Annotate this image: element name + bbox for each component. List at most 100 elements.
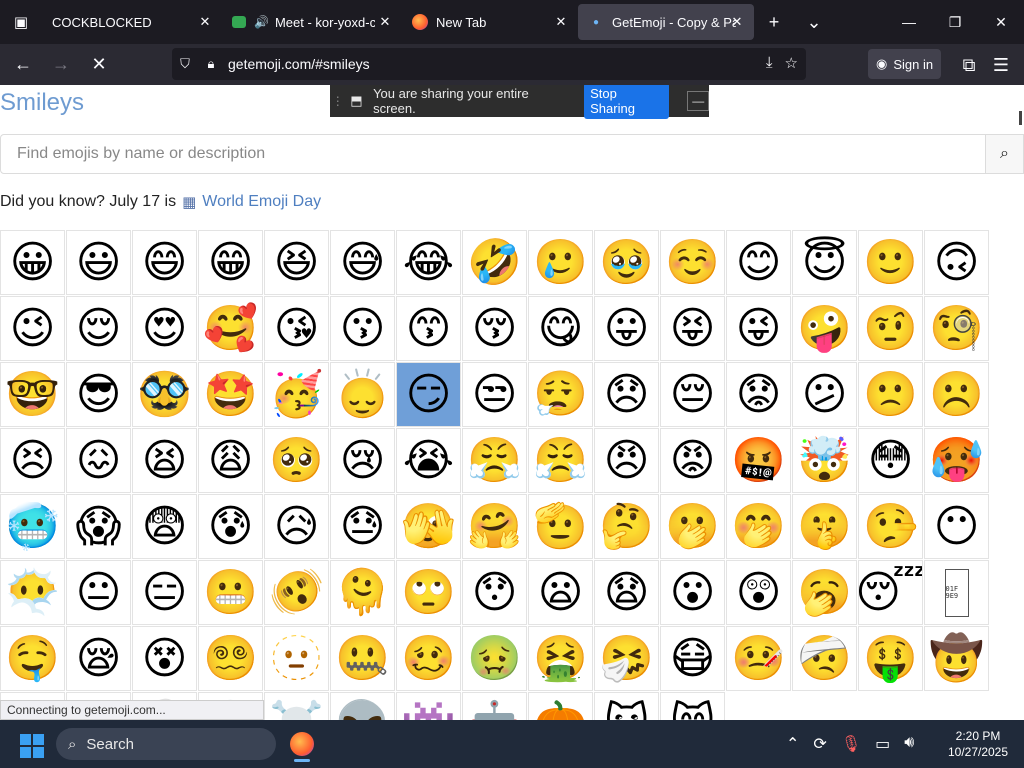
search-icon[interactable]: ⌕ bbox=[986, 134, 1024, 174]
tab-meet[interactable]: 🔊 Meet - kor-yoxd-cc ✕ bbox=[222, 4, 402, 40]
close-icon[interactable]: ✕ bbox=[376, 13, 394, 31]
url-bar[interactable]: ⛉ 🔒︎ getemoji.com/#smileys ⤓ ☆ bbox=[172, 48, 806, 80]
emoji-cell[interactable]: 😊 bbox=[726, 230, 791, 295]
download-icon[interactable]: ⤓ bbox=[766, 54, 773, 72]
emoji-cell[interactable]: 🥲 bbox=[528, 230, 593, 295]
emoji-cell[interactable]: 😫 bbox=[132, 428, 197, 493]
chevron-up-icon[interactable]: ⌃ bbox=[786, 734, 799, 754]
firefox-taskbar-icon[interactable] bbox=[284, 726, 320, 762]
emoji-cell[interactable]: 🤬 bbox=[726, 428, 791, 493]
forward-button[interactable]: → bbox=[42, 46, 80, 84]
close-icon[interactable]: ✕ bbox=[728, 13, 746, 31]
new-tab-button[interactable]: + bbox=[754, 0, 794, 44]
emoji-cell[interactable]: 😥 bbox=[264, 494, 329, 559]
emoji-cell[interactable]: 🤪 bbox=[792, 296, 857, 361]
back-button[interactable]: ← bbox=[4, 46, 42, 84]
emoji-cell[interactable]: 😚 bbox=[462, 296, 527, 361]
emoji-cell[interactable]: 🥳 bbox=[264, 362, 329, 427]
emoji-cell[interactable]: 😆 bbox=[264, 230, 329, 295]
emoji-cell[interactable]: 😁 bbox=[198, 230, 263, 295]
lock-icon[interactable]: 🔒︎ bbox=[198, 56, 224, 72]
tab-new-tab[interactable]: New Tab ✕ bbox=[402, 4, 578, 40]
emoji-cell[interactable]: 😦 bbox=[528, 560, 593, 625]
minimize-share-bar-button[interactable]: — bbox=[687, 91, 709, 111]
emoji-cell[interactable]: 😭 bbox=[396, 428, 461, 493]
emoji-cell[interactable]: 🤣 bbox=[462, 230, 527, 295]
emoji-cell[interactable]: 🥸 bbox=[132, 362, 197, 427]
emoji-cell[interactable]: 😛 bbox=[594, 296, 659, 361]
emoji-cell[interactable]: ☠️ bbox=[264, 692, 329, 720]
emoji-cell[interactable]: 😷 bbox=[660, 626, 725, 691]
emoji-cell[interactable]: 😣 bbox=[0, 428, 65, 493]
emoji-cell[interactable]: ☺️ bbox=[660, 230, 725, 295]
emoji-cell[interactable]: 🤗 bbox=[462, 494, 527, 559]
emoji-cell[interactable]: 😰 bbox=[198, 494, 263, 559]
emoji-cell[interactable]: 😪 bbox=[66, 626, 131, 691]
bookmark-star-icon[interactable]: ☆ bbox=[785, 54, 798, 72]
emoji-cell[interactable]: 😐 bbox=[66, 560, 131, 625]
emoji-cell[interactable]: 😔 bbox=[660, 362, 725, 427]
emoji-cell[interactable]: 🤮 bbox=[528, 626, 593, 691]
emoji-cell[interactable]: 🥹 bbox=[594, 230, 659, 295]
emoji-cell[interactable]: 🎃 bbox=[528, 692, 593, 720]
emoji-cell[interactable]: 🤨 bbox=[858, 296, 923, 361]
hamburger-menu-icon[interactable]: ☰ bbox=[982, 46, 1020, 84]
emoji-cell[interactable]: 😅 bbox=[330, 230, 395, 295]
emoji-cell[interactable]: 😵 bbox=[132, 626, 197, 691]
emoji-cell[interactable]: 😱 bbox=[66, 494, 131, 559]
close-icon[interactable]: ✕ bbox=[552, 13, 570, 31]
stop-button[interactable]: ✕ bbox=[80, 46, 118, 84]
scrollbar-thumb[interactable] bbox=[1019, 111, 1022, 125]
emoji-cell[interactable]: 🫡 bbox=[528, 494, 593, 559]
emoji-cell[interactable]: 😢 bbox=[330, 428, 395, 493]
emoji-cell[interactable]: 😇 bbox=[792, 230, 857, 295]
emoji-cell[interactable]: 😓 bbox=[330, 494, 395, 559]
emoji-cell[interactable]: 01F 9E9 bbox=[924, 560, 989, 625]
emoji-cell[interactable]: 😍 bbox=[132, 296, 197, 361]
emoji-cell[interactable]: 🤠 bbox=[924, 626, 989, 691]
emoji-cell[interactable]: 🥺 bbox=[264, 428, 329, 493]
emoji-cell[interactable]: 🤤 bbox=[0, 626, 65, 691]
emoji-cell[interactable]: 🥶 bbox=[0, 494, 65, 559]
emoji-cell[interactable]: 😴 bbox=[858, 560, 923, 625]
windows-start-icon[interactable] bbox=[20, 734, 44, 758]
emoji-cell[interactable]: 👽 bbox=[330, 692, 395, 720]
emoji-cell[interactable]: 🤯 bbox=[792, 428, 857, 493]
emoji-cell[interactable]: 😀 bbox=[0, 230, 65, 295]
emoji-cell[interactable]: 🤩 bbox=[198, 362, 263, 427]
emoji-cell[interactable]: 😃 bbox=[66, 230, 131, 295]
emoji-cell[interactable]: 😵‍💫 bbox=[198, 626, 263, 691]
emoji-cell[interactable]: 🤭 bbox=[726, 494, 791, 559]
emoji-cell[interactable]: 🙄 bbox=[396, 560, 461, 625]
emoji-cell[interactable]: 😂 bbox=[396, 230, 461, 295]
sign-in-button[interactable]: ◉ Sign in bbox=[868, 49, 942, 79]
emoji-cell[interactable]: 😺 bbox=[594, 692, 659, 720]
emoji-cell[interactable]: 🫠 bbox=[330, 560, 395, 625]
emoji-cell[interactable]: 😌 bbox=[66, 296, 131, 361]
emoji-cell[interactable]: 😡 bbox=[660, 428, 725, 493]
emoji-cell[interactable]: 🫥 bbox=[264, 626, 329, 691]
emoji-cell[interactable]: 🤥 bbox=[858, 494, 923, 559]
emoji-cell[interactable]: 😉 bbox=[0, 296, 65, 361]
emoji-cell[interactable]: 🤐 bbox=[330, 626, 395, 691]
emoji-cell[interactable]: 😞 bbox=[594, 362, 659, 427]
emoji-cell[interactable]: 🤓 bbox=[0, 362, 65, 427]
emoji-cell[interactable]: 😯 bbox=[462, 560, 527, 625]
emoji-cell[interactable]: 🧐 bbox=[924, 296, 989, 361]
drag-handle-icon[interactable]: ⋮ bbox=[330, 85, 346, 117]
emoji-cell[interactable]: 🙂 bbox=[858, 230, 923, 295]
emoji-cell[interactable]: 😙 bbox=[396, 296, 461, 361]
emoji-cell[interactable]: 😲 bbox=[726, 560, 791, 625]
emoji-cell[interactable]: 😏 bbox=[396, 362, 461, 427]
search-input[interactable] bbox=[0, 134, 986, 174]
close-icon[interactable]: ✕ bbox=[196, 13, 214, 31]
window-close-button[interactable]: ✕ bbox=[978, 0, 1024, 44]
emoji-cell[interactable]: 😗 bbox=[330, 296, 395, 361]
emoji-cell[interactable]: 🫨 bbox=[264, 560, 329, 625]
emoji-cell[interactable]: 😤 bbox=[462, 428, 527, 493]
emoji-cell[interactable]: 🙂‍↕️ bbox=[330, 362, 395, 427]
shield-icon[interactable]: ⛉ bbox=[172, 56, 198, 72]
emoji-cell[interactable]: 🫢 bbox=[660, 494, 725, 559]
emoji-cell[interactable]: 🤔 bbox=[594, 494, 659, 559]
emoji-cell[interactable]: 🤧 bbox=[594, 626, 659, 691]
